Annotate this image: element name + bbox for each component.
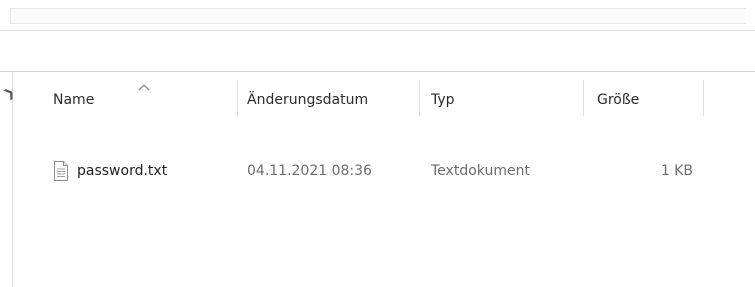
address-bar[interactable] xyxy=(10,8,746,24)
column-header-type[interactable]: Typ xyxy=(431,92,455,108)
text-file-icon xyxy=(54,161,68,181)
navigation-pane: ❯ xyxy=(0,72,17,287)
file-modified-date: 04.11.2021 08:36 xyxy=(247,163,372,179)
column-header-name[interactable]: Name xyxy=(53,92,94,108)
column-header-modified[interactable]: Änderungsdatum xyxy=(247,92,368,108)
file-explorer-window: ❯ Name Änderungsdatum Typ Größe password… xyxy=(0,0,755,287)
address-bar-area xyxy=(0,0,755,31)
column-separator[interactable] xyxy=(583,80,584,116)
column-header-row: Name Änderungsdatum Typ Größe xyxy=(13,72,755,128)
column-separator[interactable] xyxy=(237,80,238,116)
file-type: Textdokument xyxy=(431,163,530,179)
file-name[interactable]: password.txt xyxy=(77,163,167,179)
toolbar xyxy=(0,31,755,72)
column-separator[interactable] xyxy=(703,80,704,116)
column-separator[interactable] xyxy=(419,80,420,116)
file-row[interactable]: password.txt 04.11.2021 08:36 Textdokume… xyxy=(13,158,755,186)
file-size: 1 KB xyxy=(660,163,693,179)
file-list: Name Änderungsdatum Typ Größe password.t… xyxy=(13,72,755,287)
column-header-size[interactable]: Größe xyxy=(597,92,639,108)
chevron-up-icon[interactable] xyxy=(137,82,151,92)
